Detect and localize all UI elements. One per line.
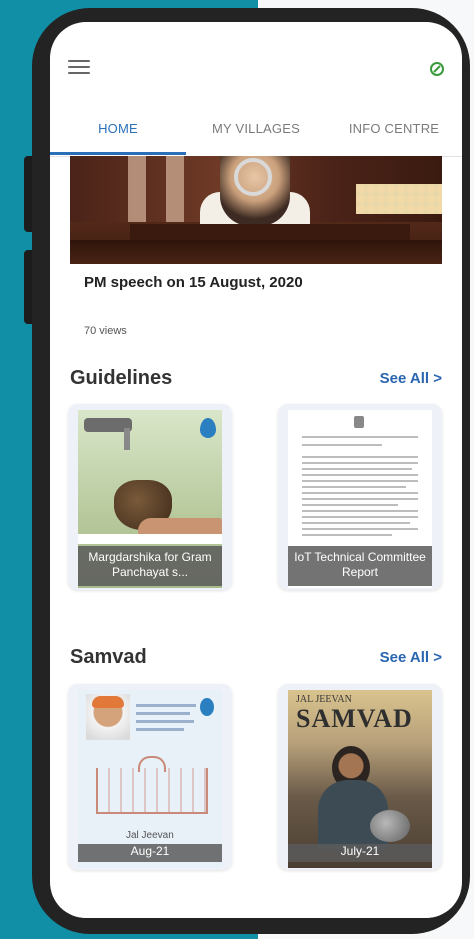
- video-thumbnail[interactable]: [70, 156, 442, 264]
- guideline-card-margdarshika[interactable]: Margdarshika for Gram Panchayat s...: [68, 404, 232, 590]
- samvad-caption: July-21: [288, 844, 432, 862]
- video-views: 70 views: [84, 325, 127, 337]
- app-screen: HOME MY VILLAGES INFO CENTRE PM speech o…: [50, 22, 462, 918]
- samvad-see-all-link[interactable]: See All >: [380, 649, 442, 666]
- active-tab-indicator: [50, 152, 186, 155]
- samvad-cover-image: Jal Jeevan: [78, 690, 222, 868]
- samvad-cover-label: Jal Jeevan: [126, 830, 174, 841]
- tab-info-centre[interactable]: INFO CENTRE: [326, 114, 462, 154]
- guideline-card-iot-report[interactable]: IoT Technical Committee Report: [278, 404, 442, 590]
- top-tabs: HOME MY VILLAGES INFO CENTRE: [50, 114, 462, 157]
- samvad-heading: Samvad: [70, 646, 147, 668]
- video-title[interactable]: PM speech on 15 August, 2020: [84, 274, 303, 291]
- samvad-card-aug-21[interactable]: Jal Jeevan Aug-21: [68, 684, 232, 870]
- samvad-card-july-21[interactable]: JAL JEEVAN SAMVAD July-21: [278, 684, 442, 870]
- leaf-icon[interactable]: [428, 60, 446, 78]
- samvad-masthead: SAMVAD: [296, 704, 413, 733]
- guidelines-see-all-link[interactable]: See All >: [380, 370, 442, 387]
- tab-home[interactable]: HOME: [50, 114, 186, 154]
- guideline-caption: Margdarshika for Gram Panchayat s...: [78, 546, 222, 586]
- hamburger-menu-icon[interactable]: [68, 60, 90, 76]
- guidelines-heading: Guidelines: [70, 367, 173, 389]
- guideline-caption: IoT Technical Committee Report: [288, 546, 432, 586]
- bottom-safe-area: [50, 892, 462, 918]
- samvad-caption: Aug-21: [78, 844, 222, 862]
- tab-my-villages[interactable]: MY VILLAGES: [186, 114, 326, 154]
- samvad-cover-image: JAL JEEVAN SAMVAD: [288, 690, 432, 868]
